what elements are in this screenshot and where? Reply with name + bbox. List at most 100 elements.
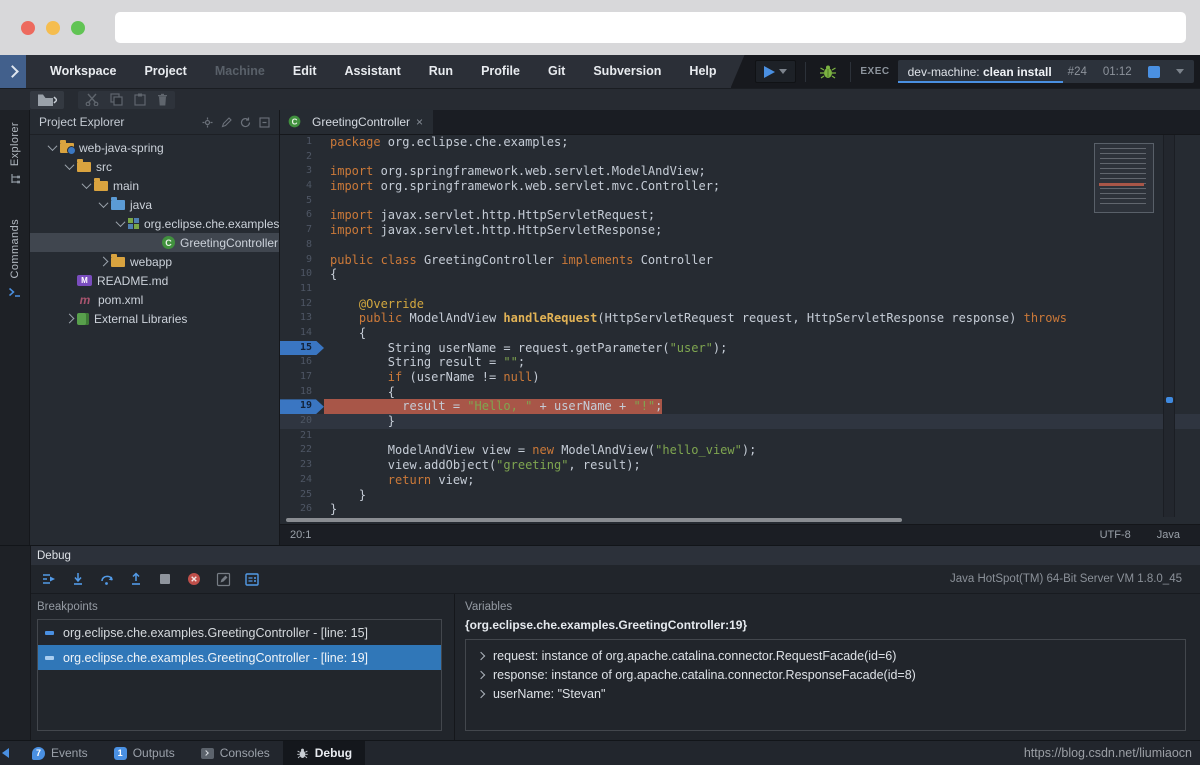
tab-commands[interactable]: Commands xyxy=(8,219,21,297)
tree-item-web-java-spring[interactable]: web-java-spring xyxy=(30,138,279,157)
code-editor[interactable]: 1package org.eclipse.che.examples;23impo… xyxy=(280,135,1200,517)
code-line-18[interactable]: 18 { xyxy=(280,385,1200,400)
code-line-19[interactable]: 19 result = "Hello, " + userName + "!"; xyxy=(280,399,1200,414)
code-line-5[interactable]: 5 xyxy=(280,194,1200,209)
tree-item-org-eclipse-che-examples[interactable]: org.eclipse.che.examples xyxy=(30,214,279,233)
line-number[interactable]: 3 xyxy=(280,164,324,179)
tree-item-webapp[interactable]: webapp xyxy=(30,252,279,271)
code-line-8[interactable]: 8 xyxy=(280,238,1200,253)
menu-workspace[interactable]: Workspace xyxy=(36,55,130,88)
debug-command-button[interactable] xyxy=(815,60,841,83)
code-line-16[interactable]: 16 String result = ""; xyxy=(280,355,1200,370)
line-number[interactable]: 18 xyxy=(280,385,324,400)
menu-profile[interactable]: Profile xyxy=(467,55,534,88)
line-number[interactable]: 26 xyxy=(280,502,324,517)
minimize-window-button[interactable] xyxy=(46,21,60,35)
code-line-2[interactable]: 2 xyxy=(280,150,1200,165)
bottom-tab-debug[interactable]: Debug xyxy=(283,741,365,765)
chevron-right-icon[interactable] xyxy=(477,670,485,678)
line-number[interactable]: 9 xyxy=(280,253,324,268)
menu-project[interactable]: Project xyxy=(130,55,200,88)
menu-git[interactable]: Git xyxy=(534,55,579,88)
menu-subversion[interactable]: Subversion xyxy=(579,55,675,88)
chevron-down-icon[interactable] xyxy=(95,201,111,208)
line-number[interactable]: 8 xyxy=(280,238,324,253)
line-number[interactable]: 17 xyxy=(280,370,324,385)
line-number[interactable]: 1 xyxy=(280,135,324,150)
code-line-25[interactable]: 25 } xyxy=(280,488,1200,503)
code-line-11[interactable]: 11 xyxy=(280,282,1200,297)
tab-explorer[interactable]: Explorer xyxy=(9,122,21,185)
chevron-right-icon[interactable] xyxy=(61,315,77,322)
collapse-all-icon[interactable] xyxy=(259,117,270,128)
command-dropdown-caret-icon[interactable] xyxy=(1176,69,1184,74)
code-line-15[interactable]: 15 String userName = request.getParamete… xyxy=(280,341,1200,356)
disconnect-button[interactable] xyxy=(183,569,205,589)
code-line-12[interactable]: 12 @Override xyxy=(280,297,1200,312)
tree-item-pom-xml[interactable]: mpom.xml xyxy=(30,290,279,309)
line-number[interactable]: 24 xyxy=(280,473,324,488)
line-number[interactable]: 6 xyxy=(280,208,324,223)
command-widget[interactable]: dev-machine: clean install #24 01:12 xyxy=(898,60,1194,83)
chevron-down-icon[interactable] xyxy=(78,182,94,189)
line-number[interactable]: 22 xyxy=(280,443,324,458)
chevron-right-icon[interactable] xyxy=(477,689,485,697)
copy-icon[interactable] xyxy=(110,93,123,106)
code-line-17[interactable]: 17 if (userName != null) xyxy=(280,370,1200,385)
code-line-22[interactable]: 22 ModelAndView view = new ModelAndView(… xyxy=(280,443,1200,458)
delete-icon[interactable] xyxy=(157,93,168,106)
code-line-23[interactable]: 23 view.addObject("greeting", result); xyxy=(280,458,1200,473)
edit-pencil-icon[interactable] xyxy=(221,117,232,128)
line-number[interactable]: 2 xyxy=(280,150,324,165)
step-into-button[interactable] xyxy=(67,569,89,589)
chevron-right-icon[interactable] xyxy=(95,258,111,265)
chevron-right-icon[interactable] xyxy=(477,651,485,659)
code-line-14[interactable]: 14 { xyxy=(280,326,1200,341)
chevron-down-icon[interactable] xyxy=(61,163,77,170)
code-line-7[interactable]: 7import javax.servlet.http.HttpServletRe… xyxy=(280,223,1200,238)
chevron-down-icon[interactable] xyxy=(44,144,60,151)
line-number[interactable]: 5 xyxy=(280,194,324,209)
paste-icon[interactable] xyxy=(134,93,146,106)
bottom-tab-consoles[interactable]: Consoles xyxy=(188,741,283,765)
bottom-tab-events[interactable]: 7Events xyxy=(19,741,101,765)
stop-process-button[interactable] xyxy=(1148,66,1160,78)
tree-item-external-libraries[interactable]: External Libraries xyxy=(30,309,279,328)
refresh-icon[interactable] xyxy=(240,117,251,128)
line-number[interactable]: 12 xyxy=(280,297,324,312)
variable-item[interactable]: response: instance of org.apache.catalin… xyxy=(476,665,1185,684)
horizontal-scrollbar[interactable] xyxy=(280,517,1200,524)
chevron-down-icon[interactable] xyxy=(112,220,128,227)
settings-gear-icon[interactable] xyxy=(202,117,213,128)
code-line-4[interactable]: 4import org.springframework.web.servlet.… xyxy=(280,179,1200,194)
breakpoint-item[interactable]: org.eclipse.che.examples.GreetingControl… xyxy=(38,645,441,670)
close-tab-icon[interactable]: × xyxy=(416,116,423,128)
code-line-9[interactable]: 9public class GreetingController impleme… xyxy=(280,253,1200,268)
menu-edit[interactable]: Edit xyxy=(279,55,331,88)
tree-item-src[interactable]: src xyxy=(30,157,279,176)
tree-item-readme-md[interactable]: MREADME.md xyxy=(30,271,279,290)
editor-tab-greetingcontroller[interactable]: C GreetingController × xyxy=(280,109,433,134)
suspend-button[interactable] xyxy=(154,569,176,589)
menu-run[interactable]: Run xyxy=(415,55,467,88)
line-number[interactable]: 11 xyxy=(280,282,324,297)
code-line-1[interactable]: 1package org.eclipse.che.examples; xyxy=(280,135,1200,150)
code-line-10[interactable]: 10{ xyxy=(280,267,1200,282)
code-line-26[interactable]: 26} xyxy=(280,502,1200,517)
maximize-window-button[interactable] xyxy=(71,21,85,35)
line-number[interactable]: 16 xyxy=(280,355,324,370)
line-number[interactable]: 20 xyxy=(280,414,324,429)
ruler-breakpoint-marker[interactable] xyxy=(1166,397,1173,403)
resume-button[interactable] xyxy=(38,569,60,589)
breakpoint-item[interactable]: org.eclipse.che.examples.GreetingControl… xyxy=(38,620,441,645)
tree-item-java[interactable]: java xyxy=(30,195,279,214)
code-line-21[interactable]: 21 xyxy=(280,429,1200,444)
code-line-6[interactable]: 6import javax.servlet.http.HttpServletRe… xyxy=(280,208,1200,223)
menu-help[interactable]: Help xyxy=(675,55,730,88)
breakpoint-gutter-marker[interactable]: 15 xyxy=(280,341,324,356)
line-number[interactable]: 7 xyxy=(280,223,324,238)
step-over-button[interactable] xyxy=(96,569,118,589)
tree-item-main[interactable]: main xyxy=(30,176,279,195)
horizontal-scrollbar-thumb[interactable] xyxy=(286,518,902,522)
code-line-13[interactable]: 13 public ModelAndView handleRequest(Htt… xyxy=(280,311,1200,326)
